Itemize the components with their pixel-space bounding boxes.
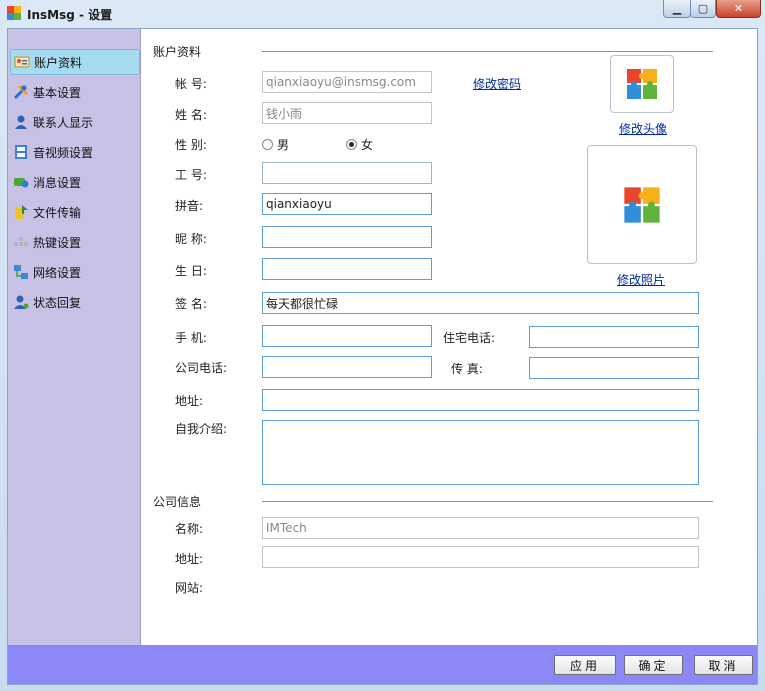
apply-button[interactable]: 应用	[554, 655, 616, 675]
section-divider	[262, 501, 713, 502]
message-icon	[14, 178, 29, 188]
minimize-button[interactable]: ▁	[663, 0, 691, 18]
section-divider	[262, 51, 713, 52]
keyboard-icon	[14, 237, 28, 246]
maximize-button[interactable]: ▢	[690, 0, 716, 18]
maximize-icon: ▢	[697, 2, 709, 15]
ok-button[interactable]: 确定	[624, 655, 683, 675]
file-transfer-icon	[15, 205, 28, 219]
account-label: 帐 号:	[175, 77, 207, 91]
sidebar-item-contacts[interactable]: 联系人显示	[10, 109, 140, 135]
pinyin-label: 拼音:	[175, 199, 204, 213]
change-avatar-link[interactable]: 修改头像	[619, 120, 667, 137]
fax-label: 传 真:	[451, 362, 483, 376]
puzzle-photo-icon	[624, 186, 660, 223]
window-title: InsMsg - 设置	[27, 8, 113, 22]
account-field[interactable]	[262, 71, 432, 93]
home-phone-label: 住宅电话:	[443, 331, 496, 345]
settings-window: InsMsg - 设置 ▁ ▢ ✕ 账户资料 基本设置 联系人显示 音视频设置	[0, 0, 765, 691]
name-field[interactable]	[262, 102, 432, 124]
radio-button-icon	[262, 139, 273, 150]
nickname-field[interactable]	[262, 226, 432, 248]
radio-button-selected-icon	[346, 139, 357, 150]
gender-label: 性 别:	[175, 138, 207, 152]
name-label: 姓 名:	[175, 108, 207, 122]
cancel-button[interactable]: 取消	[694, 655, 753, 675]
pinyin-field[interactable]	[262, 193, 432, 215]
office-phone-label: 公司电话:	[175, 361, 228, 375]
close-icon: ✕	[733, 2, 744, 15]
sidebar-item-label: 音视频设置	[33, 145, 94, 160]
sidebar-item-basic[interactable]: 基本设置	[10, 79, 140, 105]
signature-field[interactable]	[262, 292, 699, 314]
sidebar-item-account[interactable]: 账户资料	[10, 49, 140, 75]
company-section-title: 公司信息	[153, 495, 202, 509]
company-name-field[interactable]	[262, 517, 699, 539]
sidebar-item-label: 网络设置	[33, 265, 82, 280]
mobile-field[interactable]	[262, 325, 432, 347]
home-phone-field[interactable]	[529, 326, 699, 348]
sidebar-item-av[interactable]: 音视频设置	[10, 139, 140, 165]
title-bar[interactable]: InsMsg - 设置 ▁ ▢ ✕	[0, 0, 765, 28]
address-label: 地址:	[175, 394, 204, 408]
puzzle-avatar-icon	[627, 69, 657, 99]
puzzle-app-icon	[7, 6, 21, 20]
company-address-field[interactable]	[262, 546, 699, 568]
sidebar-item-label: 联系人显示	[33, 115, 94, 130]
sidebar-item-hotkey[interactable]: 热键设置	[10, 229, 140, 255]
signature-label: 签 名:	[175, 297, 207, 311]
user-status-icon	[14, 295, 29, 309]
company-name-label: 名称:	[175, 522, 204, 536]
address-field[interactable]	[262, 389, 699, 411]
sidebar-item-label: 消息设置	[33, 175, 82, 190]
photo-box[interactable]	[587, 145, 697, 264]
company-website-label: 网站:	[175, 581, 204, 595]
dialog-footer: 应用 确定 取消	[8, 645, 757, 684]
employee-id-field[interactable]	[262, 162, 432, 184]
sidebar-item-message[interactable]: 消息设置	[10, 169, 140, 195]
film-icon	[15, 145, 27, 159]
birthday-label: 生 日:	[175, 264, 207, 278]
gender-male-radio[interactable]: 男	[262, 136, 289, 153]
change-photo-link[interactable]: 修改照片	[617, 271, 665, 288]
settings-client: 账户资料 基本设置 联系人显示 音视频设置 消息设置 文件传输 热键设置 网络设…	[7, 28, 758, 685]
office-phone-field[interactable]	[262, 356, 432, 378]
sidebar-item-label: 热键设置	[33, 235, 82, 250]
sidebar-item-status[interactable]: 状态回复	[10, 289, 140, 315]
birthday-field[interactable]	[262, 258, 432, 280]
settings-sidebar: 账户资料 基本设置 联系人显示 音视频设置 消息设置 文件传输 热键设置 网络设…	[8, 29, 141, 645]
minimize-icon: ▁	[672, 2, 682, 15]
id-card-icon	[14, 56, 30, 68]
network-icon	[14, 265, 28, 279]
sidebar-item-file[interactable]: 文件传输	[10, 199, 140, 225]
intro-label: 自我介绍:	[175, 422, 228, 436]
account-settings-panel: 账户资料 帐 号: 修改密码 姓 名: 性 别: 男 女 工 号: 拼音: 昵 …	[141, 29, 757, 645]
fax-field[interactable]	[529, 357, 699, 379]
change-password-link[interactable]: 修改密码	[473, 75, 521, 92]
close-button[interactable]: ✕	[716, 0, 761, 18]
sidebar-item-label: 账户资料	[34, 55, 83, 70]
gender-female-label: 女	[361, 138, 374, 152]
intro-textarea[interactable]	[262, 420, 699, 485]
avatar-box[interactable]	[610, 55, 674, 113]
account-section-title: 账户资料	[153, 45, 202, 59]
mobile-label: 手 机:	[175, 331, 207, 345]
gender-female-radio[interactable]: 女	[346, 136, 373, 153]
sidebar-item-label: 基本设置	[33, 85, 82, 100]
gender-male-label: 男	[277, 138, 290, 152]
company-address-label: 地址:	[175, 552, 204, 566]
sidebar-item-label: 状态回复	[33, 295, 82, 310]
employee-id-label: 工 号:	[175, 168, 207, 182]
user-icon	[15, 115, 27, 129]
nickname-label: 昵 称:	[175, 232, 207, 246]
sidebar-item-label: 文件传输	[33, 205, 82, 220]
sidebar-item-network[interactable]: 网络设置	[10, 259, 140, 285]
tools-icon	[13, 84, 29, 100]
